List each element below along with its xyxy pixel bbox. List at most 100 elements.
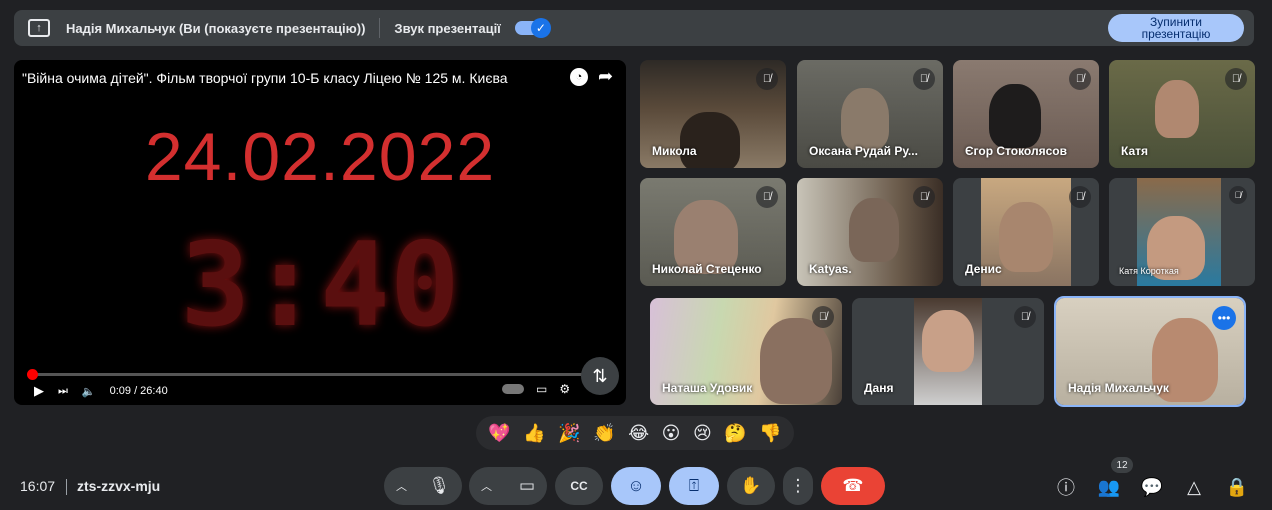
- reaction-thumbs-down-icon[interactable]: 👎: [759, 423, 781, 444]
- check-icon: ✓: [530, 18, 551, 38]
- participant-name: Катя Короткая: [1119, 266, 1179, 276]
- mic-off-icon: 🎙̸: [913, 186, 935, 208]
- participant-tile[interactable]: 🎙̸ Єгор Стоколясов: [953, 60, 1099, 168]
- participant-name: Katyas.: [809, 262, 852, 276]
- settings-gear-icon[interactable]: ⚙: [559, 382, 570, 396]
- participant-tile[interactable]: 🎙̸ Даня: [852, 298, 1044, 405]
- presentation-sound-label: Звук презентації: [394, 20, 501, 36]
- camera-icon[interactable]: ▭: [519, 476, 535, 496]
- participant-tile[interactable]: 🎙̸ Наташа Удовик: [650, 298, 842, 405]
- host-controls-icon[interactable]: 🔒: [1224, 474, 1250, 500]
- participant-video: [849, 198, 899, 262]
- raise-hand-button[interactable]: ✋: [727, 467, 775, 505]
- mic-options-chevron-icon[interactable]: ︿: [396, 478, 407, 494]
- autoplay-toggle[interactable]: [502, 384, 524, 394]
- participant-tile[interactable]: 🎙̸ Денис: [953, 178, 1099, 286]
- captions-icon: CC: [570, 479, 588, 493]
- participant-name: Денис: [965, 262, 1002, 276]
- bottom-toolbar: 16:07 zts-zzvx-mju ︿ 🎙 ︿ ▭ CC ☺ ⍐ ✋ ⋮ ☎ …: [0, 457, 1272, 510]
- participant-video: [680, 112, 740, 168]
- subtitles-icon[interactable]: ▭: [536, 382, 547, 396]
- participant-face: [922, 310, 974, 372]
- chat-icon[interactable]: 💬: [1139, 474, 1165, 500]
- mic-off-icon: 🎙̸: [756, 186, 778, 208]
- mic-off-icon: 🎙̸: [1069, 186, 1091, 208]
- participant-tile[interactable]: 🎙̸ Оксана Рудай Ру...: [797, 60, 943, 168]
- video-scrubber-handle[interactable]: [26, 369, 38, 380]
- mic-button-group: ︿ 🎙: [384, 467, 462, 505]
- reaction-thumbs-up-icon[interactable]: 👍: [523, 423, 545, 444]
- people-count-badge: 12: [1111, 457, 1133, 473]
- camera-options-chevron-icon[interactable]: ︿: [481, 478, 492, 494]
- participant-tile[interactable]: 🎙̸ Katyas.: [797, 178, 943, 286]
- video-controls-right: ▭ ⚙: [502, 382, 570, 396]
- captions-button[interactable]: CC: [555, 467, 603, 505]
- participant-name: Микола: [652, 144, 697, 158]
- toolbar-divider: [66, 479, 67, 495]
- presenting-banner: ↑ Надія Михальчук (Ви (показуєте презент…: [14, 10, 1254, 46]
- present-screen-icon: ↑: [28, 19, 50, 37]
- meeting-info-icon[interactable]: ⓘ: [1053, 474, 1079, 500]
- reaction-heart-icon[interactable]: 💖: [488, 423, 510, 444]
- swap-layout-icon[interactable]: ⇅: [581, 357, 619, 395]
- participant-name: Николай Стеценко: [652, 262, 762, 276]
- reaction-thinking-icon[interactable]: 🤔: [724, 423, 746, 444]
- presented-video-player[interactable]: "Війна очима дітей". Фільм творчої групи…: [14, 60, 626, 405]
- presentation-sound-toggle[interactable]: ✓: [514, 18, 551, 38]
- leave-call-button[interactable]: ☎: [821, 467, 885, 505]
- mic-off-icon: 🎙̸: [1225, 68, 1247, 90]
- participant-name: Оксана Рудай Ру...: [809, 144, 918, 158]
- present-screen-icon: ⍐: [688, 476, 700, 495]
- mic-off-icon: 🎙̸: [1014, 306, 1036, 328]
- people-icon[interactable]: 👥: [1096, 474, 1122, 500]
- reaction-laugh-icon[interactable]: 😂: [628, 423, 649, 444]
- banner-divider: [379, 18, 381, 38]
- video-time-display: 0:09 / 26:40: [109, 385, 168, 397]
- reaction-party-icon[interactable]: 🎉: [558, 423, 580, 444]
- participant-tile[interactable]: 🎙̸ Катя Короткая: [1109, 178, 1255, 286]
- participant-name: Єгор Стоколясов: [965, 144, 1067, 158]
- emoji-icon: ☺: [627, 476, 645, 495]
- more-options-button[interactable]: ⋮: [783, 467, 813, 505]
- participant-tile-self[interactable]: ••• Надія Михальчук: [1054, 296, 1246, 407]
- hang-up-icon: ☎: [842, 476, 864, 495]
- play-icon[interactable]: ▶: [34, 383, 44, 399]
- volume-icon[interactable]: 🔈: [82, 385, 96, 398]
- mic-off-icon: 🎙̸: [756, 68, 778, 90]
- share-icon[interactable]: ➦: [598, 66, 613, 87]
- video-progress-bar[interactable]: [26, 369, 614, 380]
- mic-off-icon: 🎙̸: [913, 68, 935, 90]
- meeting-code: zts-zzvx-mju: [77, 478, 161, 494]
- participant-name: Надія Михальчук: [1068, 381, 1169, 395]
- reaction-surprised-icon[interactable]: 😮: [662, 423, 681, 444]
- participant-video: [760, 318, 832, 404]
- reaction-sad-icon[interactable]: 😢: [693, 423, 712, 444]
- watch-later-icon[interactable]: ◔: [570, 68, 588, 86]
- mic-off-icon: 🎙̸: [1069, 68, 1091, 90]
- more-options-icon[interactable]: •••: [1212, 306, 1236, 330]
- participant-name: Даня: [864, 381, 894, 395]
- participant-tile[interactable]: 🎙̸ Микола: [640, 60, 786, 168]
- reactions-button[interactable]: ☺: [611, 467, 661, 505]
- mic-off-icon: 🎙̸: [1229, 186, 1247, 204]
- stop-presenting-button[interactable]: Зупинити презентацію: [1108, 14, 1244, 42]
- participant-video: [841, 88, 889, 150]
- current-time: 16:07: [20, 478, 56, 494]
- camera-button-group: ︿ ▭: [469, 467, 547, 505]
- video-controls-left: ▶ ⏭ 🔈 0:09 / 26:40: [34, 382, 168, 400]
- next-icon[interactable]: ⏭: [58, 385, 68, 398]
- reaction-clap-icon[interactable]: 👏: [593, 423, 615, 444]
- reactions-bar: 💖 👍 🎉 👏 😂 😮 😢 🤔 👎: [476, 416, 794, 450]
- more-vertical-icon: ⋮: [789, 476, 807, 495]
- participant-tile[interactable]: 🎙̸ Николай Стеценко: [640, 178, 786, 286]
- activities-icon[interactable]: △: [1181, 474, 1207, 500]
- present-button[interactable]: ⍐: [669, 467, 719, 505]
- participant-name: Катя: [1121, 144, 1149, 158]
- video-date-text: 24.02.2022: [144, 119, 496, 195]
- hand-icon: ✋: [740, 476, 762, 495]
- presenter-status: Надія Михальчук (Ви (показуєте презентац…: [66, 20, 366, 36]
- participant-name: Наташа Удовик: [662, 381, 753, 395]
- participant-video: [1155, 80, 1199, 138]
- microphone-icon[interactable]: 🎙: [428, 476, 450, 496]
- participant-tile[interactable]: 🎙̸ Катя: [1109, 60, 1255, 168]
